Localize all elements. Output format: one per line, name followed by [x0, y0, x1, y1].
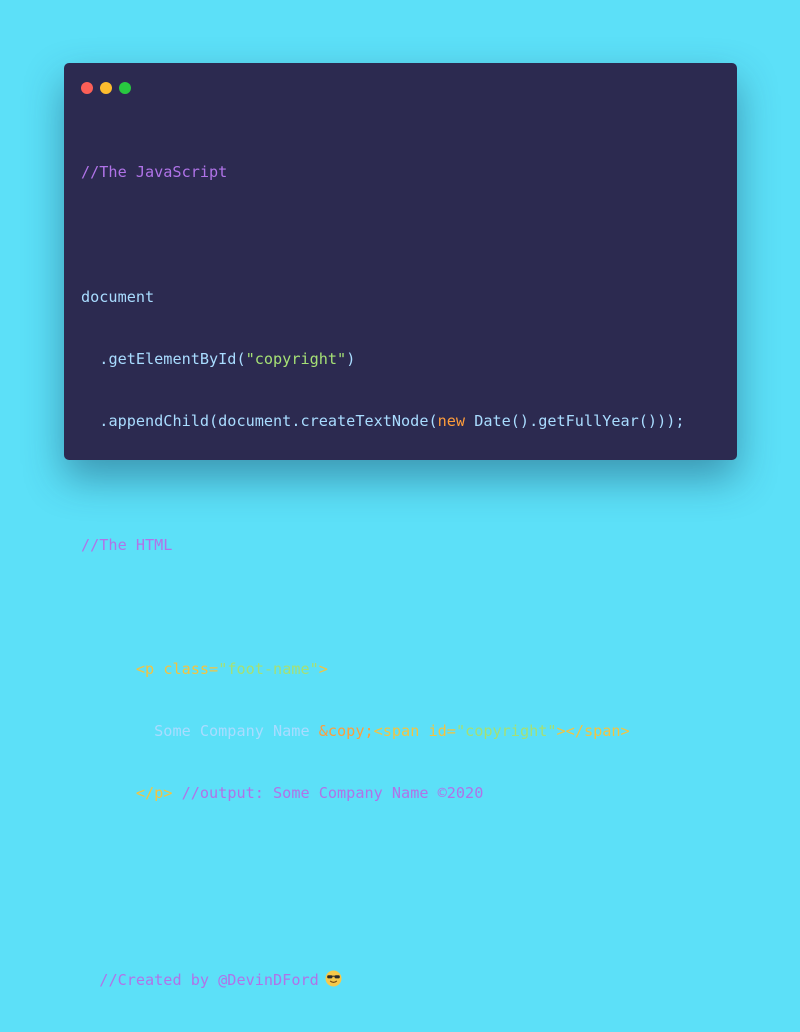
string-token: "copyright": [245, 349, 347, 368]
maximize-dot[interactable]: [119, 82, 131, 94]
tag-close: >: [318, 660, 328, 679]
class-value: "foot-name": [218, 660, 319, 679]
code-line: document: [81, 287, 721, 308]
code-window: //The JavaScript document .getElementByI…: [64, 63, 737, 989]
get-element-by-id-token: .getElementById(: [99, 349, 246, 368]
code-line: .appendChild(document.createTextNode(new…: [81, 411, 721, 432]
code-line: //Created by @DevinDFord: [81, 970, 721, 991]
sunglasses-emoji-icon: [325, 970, 342, 993]
p-close-tag: </p>: [135, 784, 173, 803]
paren-token: ): [346, 349, 356, 368]
copy-entity: &copy;: [318, 722, 374, 741]
code-line: <p class="foot-name">: [81, 659, 721, 680]
code-block: //The JavaScript document .getElementByI…: [81, 121, 721, 1032]
close-dot[interactable]: [81, 82, 93, 94]
id-attr: id=: [428, 722, 456, 741]
code-line: </p> //output: Some Company Name ©2020: [81, 783, 721, 804]
append-child-token: .appendChild(document.createTextNode(: [99, 411, 438, 430]
html-comment: //The HTML: [81, 535, 173, 554]
new-keyword: new: [437, 411, 466, 430]
code-line: //The HTML: [81, 535, 721, 556]
code-line: .getElementById("copyright"): [81, 349, 721, 370]
code-line: //The JavaScript: [81, 162, 721, 183]
id-value: "copyright": [455, 722, 557, 741]
minimize-dot[interactable]: [100, 82, 112, 94]
document-token: document: [81, 287, 155, 306]
code-line: Some Company Name &copy;<span id="copyri…: [81, 721, 721, 742]
company-text: Some Company Name: [154, 722, 319, 741]
output-comment: //output: Some Company Name ©2020: [172, 784, 484, 803]
credit-comment: //Created by @DevinDFord: [99, 970, 319, 989]
js-comment: //The JavaScript: [81, 163, 228, 182]
span-open-tag: <span: [373, 722, 429, 741]
class-attr: class=: [163, 660, 219, 679]
window-controls: [81, 82, 138, 94]
p-open-tag: <p: [135, 660, 164, 679]
span-close-tag: ></span>: [556, 722, 630, 741]
date-token: Date().getFullYear()));: [465, 411, 685, 430]
